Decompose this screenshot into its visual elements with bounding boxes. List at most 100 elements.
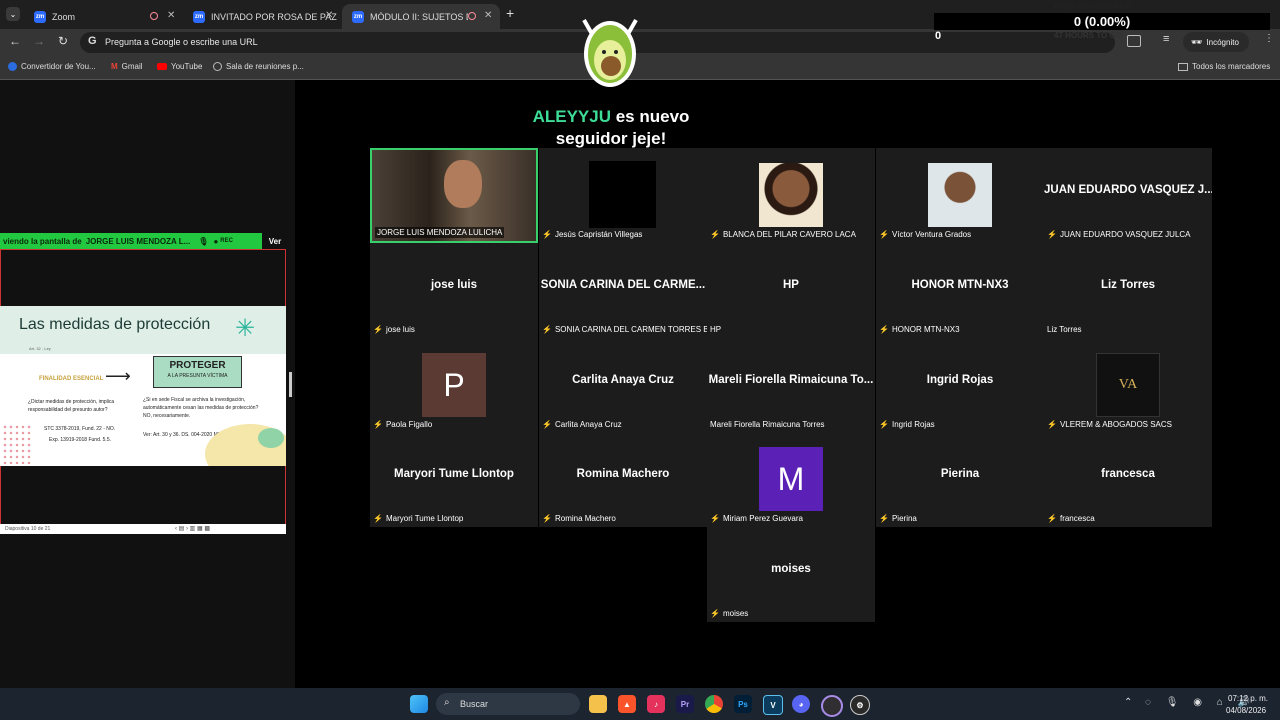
taskbar-search[interactable]: ⌕ Buscar [436, 693, 580, 715]
participant-tile[interactable]: SONIA CARINA DEL CARME... ⚡ SONIA CARINA D… [539, 243, 715, 338]
tab-modulo[interactable]: zm MÓDULO II: SUJETOS DE PI ✕ [342, 4, 500, 29]
subs-goal-widget: meta de subs kick 0 (0.00%) 0 47 HOURS T… [934, 0, 1270, 48]
search-label: Buscar [460, 699, 489, 709]
muted-mic-icon: ⚡ [373, 420, 383, 429]
tiktok-icon[interactable]: ♪ [647, 695, 665, 713]
close-tab-icon[interactable]: ✕ [325, 10, 333, 21]
participant-tile[interactable]: Maryori Tume Llontop ⚡ Maryori Tume Llonto… [370, 432, 538, 527]
muted-mic-icon: ⚡ [542, 230, 552, 239]
subs-goal-start: 0 [935, 30, 942, 42]
participant-tile[interactable]: P ⚡ Paola Figallo [370, 338, 538, 433]
participant-display-name: Mareli Fiorella Rimaicuna To... [708, 374, 874, 386]
file-explorer-icon[interactable] [589, 695, 607, 713]
muted-mic-icon: ⚡ [710, 514, 720, 523]
vegas-icon[interactable]: V [763, 695, 783, 715]
participant-name: Paola Figallo [385, 420, 433, 429]
muted-mic-icon: ⚡ [1047, 420, 1057, 429]
participant-face [444, 160, 482, 208]
protect-subtitle: A LA PRESUNTA VÍCTIMA [167, 373, 228, 379]
taskbar-time[interactable]: 07:12 p. m. [1228, 694, 1268, 703]
all-bookmarks[interactable]: Todos los marcadores [1178, 62, 1270, 71]
bookmark-sala[interactable]: Sala de reuniones p... [213, 62, 304, 71]
participant-tile[interactable]: Carlita Anaya Cruz ⚡ Carlita Anaya Cruz [539, 338, 707, 433]
participant-tile[interactable]: francesca ⚡ francesca [1044, 432, 1212, 527]
participant-name-label: ⚡ HONOR MTN-NX3 [879, 325, 960, 334]
participant-name-label: ⚡ jose luis [373, 325, 415, 334]
participant-tile[interactable]: Pierina ⚡ Pierina [876, 432, 1044, 527]
participant-name-label: ⚡ Miriam Perez Guevara [710, 514, 803, 523]
forward-icon[interactable]: → [33, 34, 45, 48]
rec-label: REC [220, 238, 233, 244]
view-options-button[interactable]: Ver [262, 233, 288, 249]
bookmark-gmail[interactable]: M Gmail [111, 62, 143, 71]
participant-name: Maryori Tume Llontop [385, 514, 464, 523]
bookmark-convertidor[interactable]: Convertidor de You... [8, 62, 96, 71]
close-tab-icon[interactable]: ✕ [167, 10, 175, 21]
participant-name-label: Mareli Fiorella Rimaicuna Torres [710, 420, 825, 429]
participant-tile[interactable]: JUAN EDUARDO VASQUEZ J... ⚡ JUAN EDUARDO V… [1044, 148, 1212, 243]
muted-mic-icon: ⚡ [542, 514, 552, 523]
participant-tile[interactable]: Mareli Fiorella Rimaicuna To... Mareli Fi… [707, 338, 875, 433]
avocado-mascot-icon [578, 10, 642, 90]
bookmark-label: Gmail [121, 62, 143, 71]
participant-name: Ingrid Rojas [891, 420, 935, 429]
photoshop-icon[interactable]: Ps [734, 695, 752, 713]
globe-icon [213, 62, 222, 71]
participant-tile[interactable]: HP HP [707, 243, 875, 338]
close-tab-icon[interactable]: ✕ [484, 10, 492, 21]
participant-name-label: ⚡ Ingrid Rojas [879, 420, 935, 429]
brave-icon[interactable]: ▲ [618, 695, 636, 713]
participant-name-label: ⚡ Romina Machero [542, 514, 616, 523]
obs-icon[interactable] [821, 695, 843, 717]
participant-name-label: ⚡ VLEREM & ABOGADOS SACS [1047, 420, 1172, 429]
slide-purpose-label: FINALIDAD ESENCIAL [39, 376, 104, 382]
participant-display-name: SONIA CARINA DEL CARME... [540, 279, 706, 291]
participant-tile[interactable]: Romina Machero ⚡ Romina Machero [539, 432, 707, 527]
back-icon[interactable]: ← [9, 34, 21, 48]
convertidor-icon [8, 62, 17, 71]
tab-invitado[interactable]: zm INVITADO POR ROSA DE PAZ ✕ [183, 4, 340, 29]
address-placeholder: Pregunta a Google o escribe una URL [105, 37, 258, 47]
tab-search-button[interactable]: ⌄ [6, 7, 20, 21]
windows-start-icon[interactable] [410, 695, 428, 713]
participant-photo [928, 163, 992, 227]
participant-tile[interactable]: HONOR MTN-NX3 ⚡ HONOR MTN-NX3 [876, 243, 1044, 338]
participant-name-label: ⚡ francesca [1047, 514, 1095, 523]
participant-tile[interactable]: VA ⚡ VLEREM & ABOGADOS SACS [1044, 338, 1212, 433]
participant-name-label: ⚡ Paola Figallo [373, 420, 432, 429]
participant-name: HP [710, 325, 722, 334]
resize-handle[interactable] [289, 372, 292, 397]
follower-text-2: seguidor jeje! [555, 129, 667, 148]
participant-display-name: francesca [1101, 468, 1155, 480]
participant-name-label: ⚡ SONIA CARINA DEL CARMEN TORRES B... [542, 325, 715, 334]
slide-left-refs-1: STC 3378-2019, Fund. 22 - NO. [44, 426, 116, 432]
discord-icon[interactable]: ◕ [792, 695, 810, 713]
premiere-icon[interactable]: Pr [676, 695, 694, 713]
participant-tile[interactable]: Ingrid Rojas ⚡ Ingrid Rojas [876, 338, 1044, 433]
bookmark-youtube[interactable]: YouTube [157, 62, 202, 71]
participant-tile[interactable]: JORGE LUIS MENDOZA LULICHA [370, 148, 538, 243]
participant-display-name: JUAN EDUARDO VASQUEZ J... [1044, 184, 1212, 196]
slide-subtitle: Art. 32 - Ley [29, 346, 51, 351]
steam-icon[interactable]: ⚙ [850, 695, 870, 715]
chrome-icon[interactable] [705, 695, 723, 713]
participant-name: moises [722, 609, 749, 618]
tray-chevron-icon[interactable]: ⌃ [1124, 697, 1132, 708]
participant-tile[interactable]: Liz Torres Liz Torres [1044, 243, 1212, 338]
zoom-icon: zm [352, 10, 364, 23]
slide-view-controls[interactable]: ‹ ▤ › ▥ ▦ ▩ [175, 525, 210, 532]
tab-zoom[interactable]: zm Zoom ✕ [24, 4, 181, 29]
participant-photo [759, 163, 823, 227]
participant-tile[interactable]: ⚡ BLANCA DEL PILAR CAVERO LACA [707, 148, 875, 243]
participant-tile[interactable]: jose luis ⚡ jose luis [370, 243, 538, 338]
follower-alert: ALEYYJU es nuevo seguidor jeje! [526, 106, 696, 150]
reload-icon[interactable]: ↻ [58, 34, 68, 48]
participant-name: JUAN EDUARDO VASQUEZ JULCA [1059, 230, 1191, 239]
participant-tile[interactable]: ⚡ Víctor Ventura Grados [876, 148, 1044, 243]
participant-name-label: ⚡ JUAN EDUARDO VASQUEZ JULCA [1047, 230, 1191, 239]
new-tab-button[interactable]: + [506, 5, 514, 21]
taskbar-date[interactable]: 04/08/2026 [1226, 706, 1266, 715]
participant-tile[interactable]: moises ⚡ moises [707, 527, 875, 622]
participant-tile[interactable]: ⚡ Jesús Capristán Villegas [539, 148, 707, 243]
participant-tile[interactable]: M ⚡ Miriam Perez Guevara [707, 432, 875, 527]
